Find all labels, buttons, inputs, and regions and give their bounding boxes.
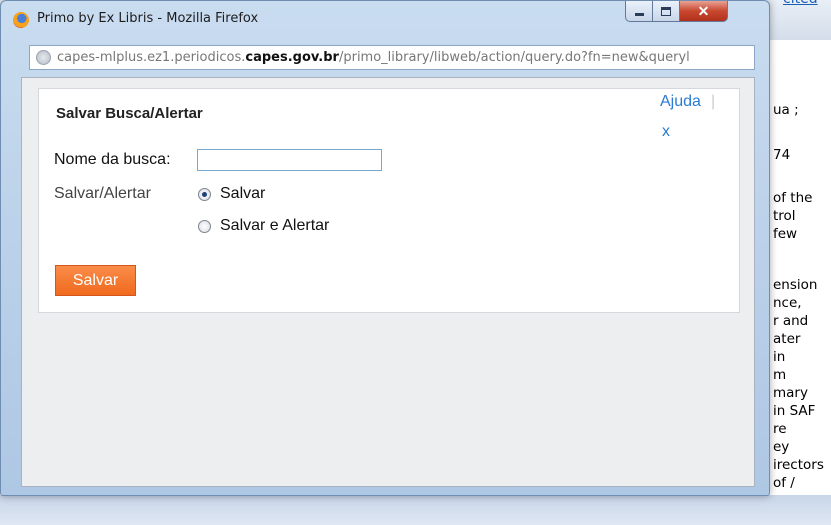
background-text-line: re <box>773 421 787 437</box>
background-cited-link[interactable]: cited <box>783 0 818 7</box>
globe-icon <box>36 50 51 65</box>
url-text: capes-mlplus.ez1.periodicos.capes.gov.br… <box>57 50 690 65</box>
background-text-line: few <box>773 226 798 242</box>
close-window-button[interactable]: ✕ <box>680 1 728 22</box>
background-text-line: ension <box>773 277 818 293</box>
url-bar[interactable]: capes-mlplus.ez1.periodicos.capes.gov.br… <box>29 45 755 70</box>
minimize-button[interactable] <box>625 1 653 22</box>
background-text-line: in <box>773 349 786 365</box>
background-text-line: irectors <box>773 457 824 473</box>
help-separator: | <box>711 93 716 110</box>
background-text-line: of the <box>773 190 813 206</box>
help-link[interactable]: Ajuda <box>660 93 701 111</box>
radio-save-and-alert[interactable] <box>198 219 211 233</box>
background-text-line: ey <box>773 439 790 455</box>
firefox-icon <box>13 12 29 28</box>
option-save[interactable]: Salvar <box>198 185 265 203</box>
background-text-line: 74 <box>773 147 791 163</box>
option-save-and-alert[interactable]: Salvar e Alertar <box>198 217 329 235</box>
minimize-icon <box>634 12 644 16</box>
background-text-line: ater <box>773 331 801 347</box>
window-title: Primo by Ex Libris - Mozilla Firefox <box>37 11 259 26</box>
title-bar[interactable]: Primo by Ex Libris - Mozilla Firefox ✕ <box>1 1 769 39</box>
background-text-line: ua ; <box>773 102 799 118</box>
close-icon: ✕ <box>697 2 710 19</box>
save-alert-label: Salvar/Alertar <box>54 185 151 202</box>
page-content: Salvar Busca/Alertar Ajuda | x Nome da b… <box>21 77 755 487</box>
background-text-line: r and <box>773 313 809 329</box>
radio-save[interactable] <box>198 187 211 201</box>
search-name-input[interactable] <box>197 149 382 171</box>
window-controls: ✕ <box>625 1 728 23</box>
background-text-line: trol <box>773 208 796 224</box>
save-search-panel: Salvar Busca/Alertar Ajuda | x Nome da b… <box>38 88 740 313</box>
close-panel-link[interactable]: x <box>662 123 670 141</box>
background-text-line: mary <box>773 385 808 401</box>
background-text-line: m <box>773 367 787 383</box>
save-button[interactable]: Salvar <box>55 265 136 296</box>
background-text-line: in SAF <box>773 403 816 419</box>
background-text-line: of / <box>773 475 795 491</box>
maximize-button[interactable] <box>653 1 680 22</box>
option-save-label: Salvar <box>220 185 266 202</box>
background-bottom-strip <box>0 495 831 525</box>
background-text-line: nce, <box>773 295 802 311</box>
option-save-and-alert-label: Salvar e Alertar <box>220 217 330 234</box>
maximize-icon <box>661 6 671 16</box>
firefox-popup-window: Primo by Ex Libris - Mozilla Firefox ✕ c… <box>0 0 770 496</box>
search-name-label: Nome da busca: <box>54 151 171 168</box>
panel-title: Salvar Busca/Alertar <box>56 105 203 122</box>
